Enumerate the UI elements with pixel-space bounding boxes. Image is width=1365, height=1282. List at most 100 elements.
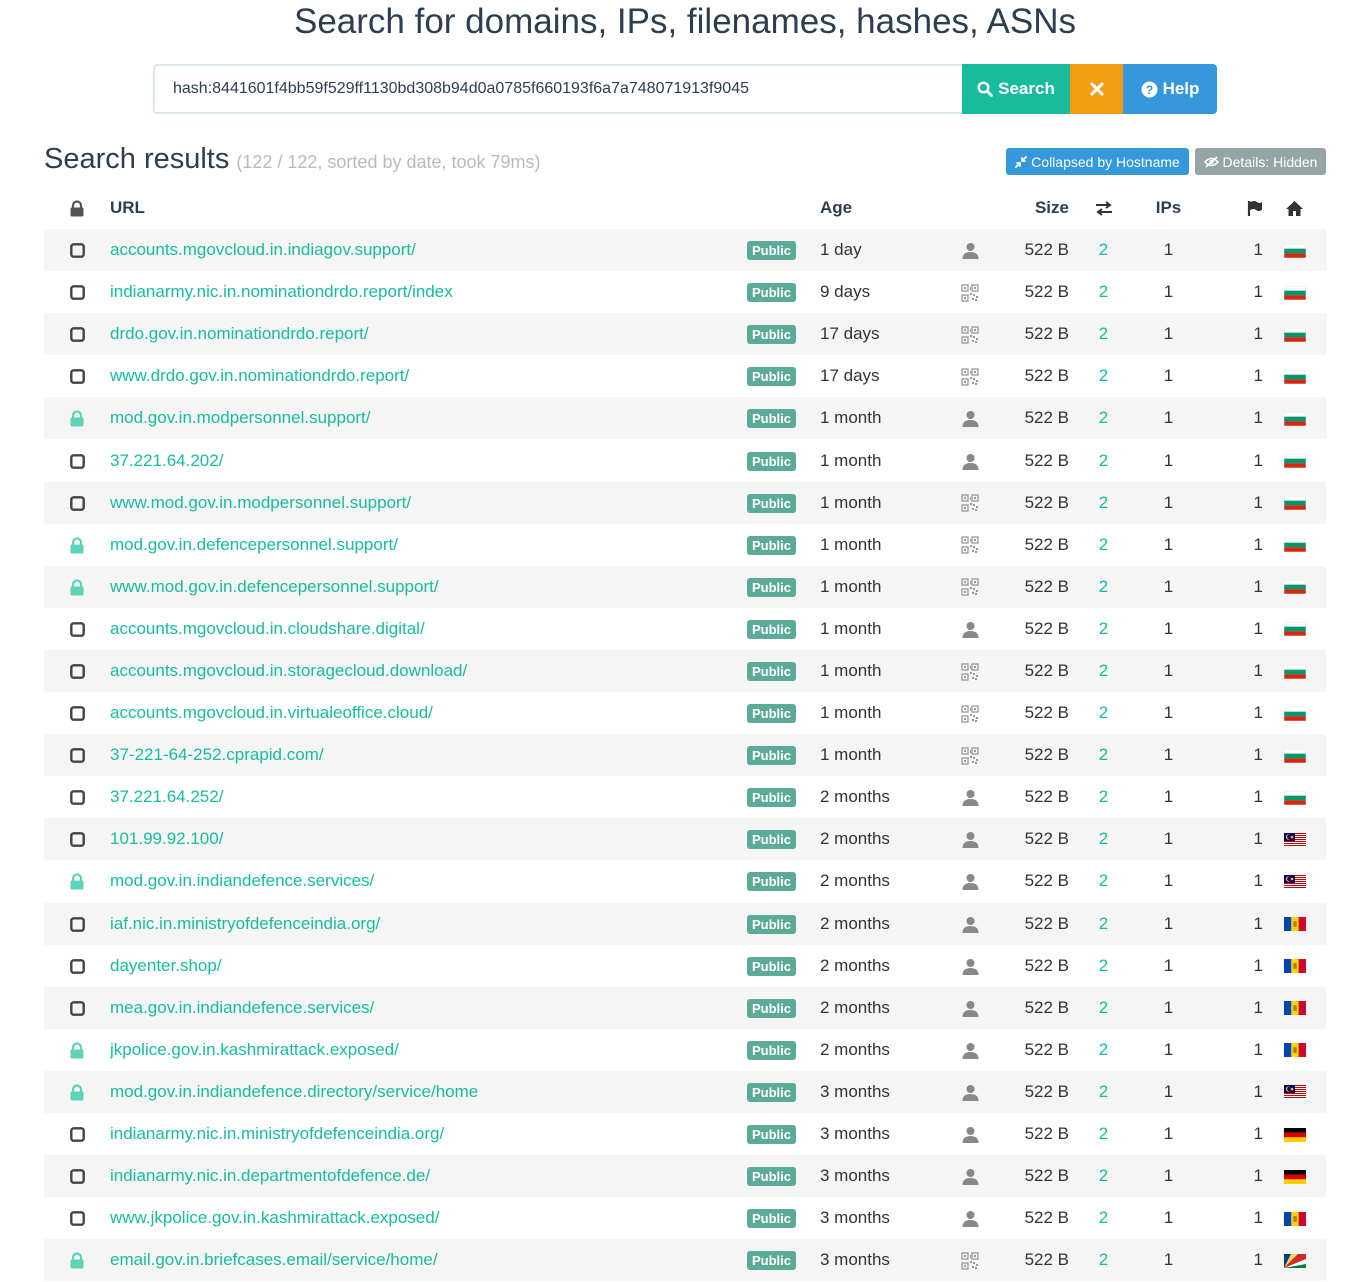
header-size[interactable]: Size — [997, 187, 1069, 229]
header-asns[interactable] — [1199, 187, 1263, 229]
url-link[interactable]: mod.gov.in.indiandefence.services/ — [110, 871, 374, 890]
table-row[interactable]: indianarmy.nic.in.ministryofdefenceindia… — [44, 1113, 1326, 1155]
redirects-link[interactable]: 2 — [1099, 240, 1108, 259]
table-row[interactable]: email.gov.in.briefcases.email/service/ho… — [44, 1239, 1326, 1282]
redirects-link[interactable]: 2 — [1099, 1082, 1108, 1101]
redirects-link[interactable]: 2 — [1099, 1124, 1108, 1143]
url-link[interactable]: drdo.gov.in.nominationdrdo.report/ — [110, 324, 369, 343]
table-row[interactable]: 101.99.92.100/Public 2 months 522 B 2 1 1 — [44, 818, 1326, 861]
table-row[interactable]: indianarmy.nic.in.departmentofdefence.de… — [44, 1155, 1326, 1198]
redirects-link[interactable]: 2 — [1099, 535, 1108, 554]
url-link[interactable]: 37-221-64-252.cprapid.com/ — [110, 745, 324, 764]
table-row[interactable]: dayenter.shop/Public 2 months 522 B 2 1 1 — [44, 945, 1326, 987]
table-row[interactable]: mod.gov.in.modpersonnel.support/Public 1 … — [44, 397, 1326, 440]
url-link[interactable]: indianarmy.nic.in.departmentofdefence.de… — [110, 1166, 430, 1185]
table-row[interactable]: accounts.mgovcloud.in.indiagov.support/P… — [44, 229, 1326, 272]
url-link[interactable]: indianarmy.nic.in.nominationdrdo.report/… — [110, 282, 453, 301]
table-row[interactable]: accounts.mgovcloud.in.virtualeoffice.clo… — [44, 692, 1326, 734]
url-link[interactable]: iaf.nic.in.ministryofdefenceindia.org/ — [110, 914, 380, 933]
lock-cell[interactable] — [44, 903, 110, 945]
lock-cell[interactable] — [44, 355, 110, 397]
redirects-link[interactable]: 2 — [1099, 408, 1108, 427]
table-row[interactable]: www.mod.gov.in.modpersonnel.support/Publ… — [44, 481, 1326, 524]
url-link[interactable]: www.jkpolice.gov.in.kashmirattack.expose… — [110, 1208, 439, 1227]
header-url[interactable]: URL — [110, 187, 747, 229]
url-link[interactable]: accounts.mgovcloud.in.storagecloud.downl… — [110, 661, 467, 680]
url-link[interactable]: www.drdo.gov.in.nominationdrdo.report/ — [110, 366, 409, 385]
table-row[interactable]: accounts.mgovcloud.in.cloudshare.digital… — [44, 608, 1326, 650]
lock-cell[interactable] — [44, 945, 110, 987]
url-link[interactable]: mod.gov.in.modpersonnel.support/ — [110, 408, 371, 427]
table-row[interactable]: drdo.gov.in.nominationdrdo.report/Public… — [44, 313, 1326, 356]
details-toggle-button[interactable]: Details: Hidden — [1195, 148, 1326, 175]
clear-button[interactable] — [1070, 64, 1123, 114]
lock-cell[interactable] — [44, 524, 110, 566]
lock-cell[interactable] — [44, 566, 110, 608]
table-row[interactable]: mod.gov.in.defencepersonnel.support/Publ… — [44, 524, 1326, 566]
lock-cell[interactable] — [44, 439, 110, 481]
header-age[interactable]: Age — [813, 187, 943, 229]
lock-cell[interactable] — [44, 734, 110, 776]
url-link[interactable]: dayenter.shop/ — [110, 956, 222, 975]
url-link[interactable]: www.mod.gov.in.modpersonnel.support/ — [110, 493, 411, 512]
redirects-link[interactable]: 2 — [1099, 1040, 1108, 1059]
lock-cell[interactable] — [44, 1029, 110, 1071]
url-link[interactable]: www.mod.gov.in.defencepersonnel.support/ — [110, 577, 439, 596]
redirects-link[interactable]: 2 — [1099, 745, 1108, 764]
table-row[interactable]: www.jkpolice.gov.in.kashmirattack.expose… — [44, 1197, 1326, 1239]
url-link[interactable]: mod.gov.in.defencepersonnel.support/ — [110, 535, 398, 554]
table-row[interactable]: 37.221.64.252/Public 2 months 522 B 2 1 1 — [44, 776, 1326, 818]
header-redirects[interactable] — [1069, 187, 1138, 229]
lock-cell[interactable] — [44, 1071, 110, 1113]
redirects-link[interactable]: 2 — [1099, 451, 1108, 470]
lock-cell[interactable] — [44, 1155, 110, 1197]
url-link[interactable]: 37.221.64.202/ — [110, 451, 223, 470]
redirects-link[interactable]: 2 — [1099, 787, 1108, 806]
url-link[interactable]: indianarmy.nic.in.ministryofdefenceindia… — [110, 1124, 444, 1143]
url-link[interactable]: 37.221.64.252/ — [110, 787, 223, 806]
header-country[interactable] — [1263, 187, 1326, 229]
redirects-link[interactable]: 2 — [1099, 324, 1108, 343]
redirects-link[interactable]: 2 — [1099, 282, 1108, 301]
redirects-link[interactable]: 2 — [1099, 998, 1108, 1017]
lock-cell[interactable] — [44, 650, 110, 692]
redirects-link[interactable]: 2 — [1099, 1166, 1108, 1185]
search-button[interactable]: Search — [962, 64, 1070, 114]
redirects-link[interactable]: 2 — [1099, 619, 1108, 638]
lock-cell[interactable] — [44, 692, 110, 734]
url-link[interactable]: mea.gov.in.indiandefence.services/ — [110, 998, 374, 1017]
url-link[interactable]: accounts.mgovcloud.in.virtualeoffice.clo… — [110, 703, 433, 722]
lock-cell[interactable] — [44, 1113, 110, 1155]
lock-cell[interactable] — [44, 1239, 110, 1281]
table-row[interactable]: iaf.nic.in.ministryofdefenceindia.org/Pu… — [44, 902, 1326, 945]
table-row[interactable]: www.mod.gov.in.defencepersonnel.support/… — [44, 565, 1326, 608]
lock-cell[interactable] — [44, 271, 110, 313]
lock-cell[interactable] — [44, 987, 110, 1029]
url-link[interactable]: jkpolice.gov.in.kashmirattack.exposed/ — [110, 1040, 399, 1059]
redirects-link[interactable]: 2 — [1099, 1208, 1108, 1227]
table-row[interactable]: accounts.mgovcloud.in.storagecloud.downl… — [44, 649, 1326, 693]
url-link[interactable]: mod.gov.in.indiandefence.directory/servi… — [110, 1082, 478, 1101]
collapse-toggle-button[interactable]: Collapsed by Hostname — [1006, 148, 1189, 175]
search-input[interactable] — [153, 64, 962, 114]
redirects-link[interactable]: 2 — [1099, 661, 1108, 680]
redirects-link[interactable]: 2 — [1099, 703, 1108, 722]
table-row[interactable]: mod.gov.in.indiandefence.services/Public… — [44, 860, 1326, 902]
header-lock[interactable] — [44, 187, 110, 229]
lock-cell[interactable] — [44, 818, 110, 860]
redirects-link[interactable]: 2 — [1099, 366, 1108, 385]
lock-cell[interactable] — [44, 608, 110, 650]
url-link[interactable]: accounts.mgovcloud.in.cloudshare.digital… — [110, 619, 425, 638]
header-ips[interactable]: IPs — [1138, 187, 1199, 229]
url-link[interactable]: email.gov.in.briefcases.email/service/ho… — [110, 1250, 438, 1269]
table-row[interactable]: mod.gov.in.indiandefence.directory/servi… — [44, 1070, 1326, 1113]
redirects-link[interactable]: 2 — [1099, 577, 1108, 596]
table-row[interactable]: mea.gov.in.indiandefence.services/Public… — [44, 986, 1326, 1029]
lock-cell[interactable] — [44, 397, 110, 439]
redirects-link[interactable]: 2 — [1099, 871, 1108, 890]
redirects-link[interactable]: 2 — [1099, 493, 1108, 512]
url-link[interactable]: accounts.mgovcloud.in.indiagov.support/ — [110, 240, 416, 259]
table-row[interactable]: 37-221-64-252.cprapid.com/Public 1 month 5… — [44, 734, 1326, 777]
table-row[interactable]: 37.221.64.202/Public 1 month 522 B 2 1 1 — [44, 439, 1326, 481]
lock-cell[interactable] — [44, 860, 110, 902]
